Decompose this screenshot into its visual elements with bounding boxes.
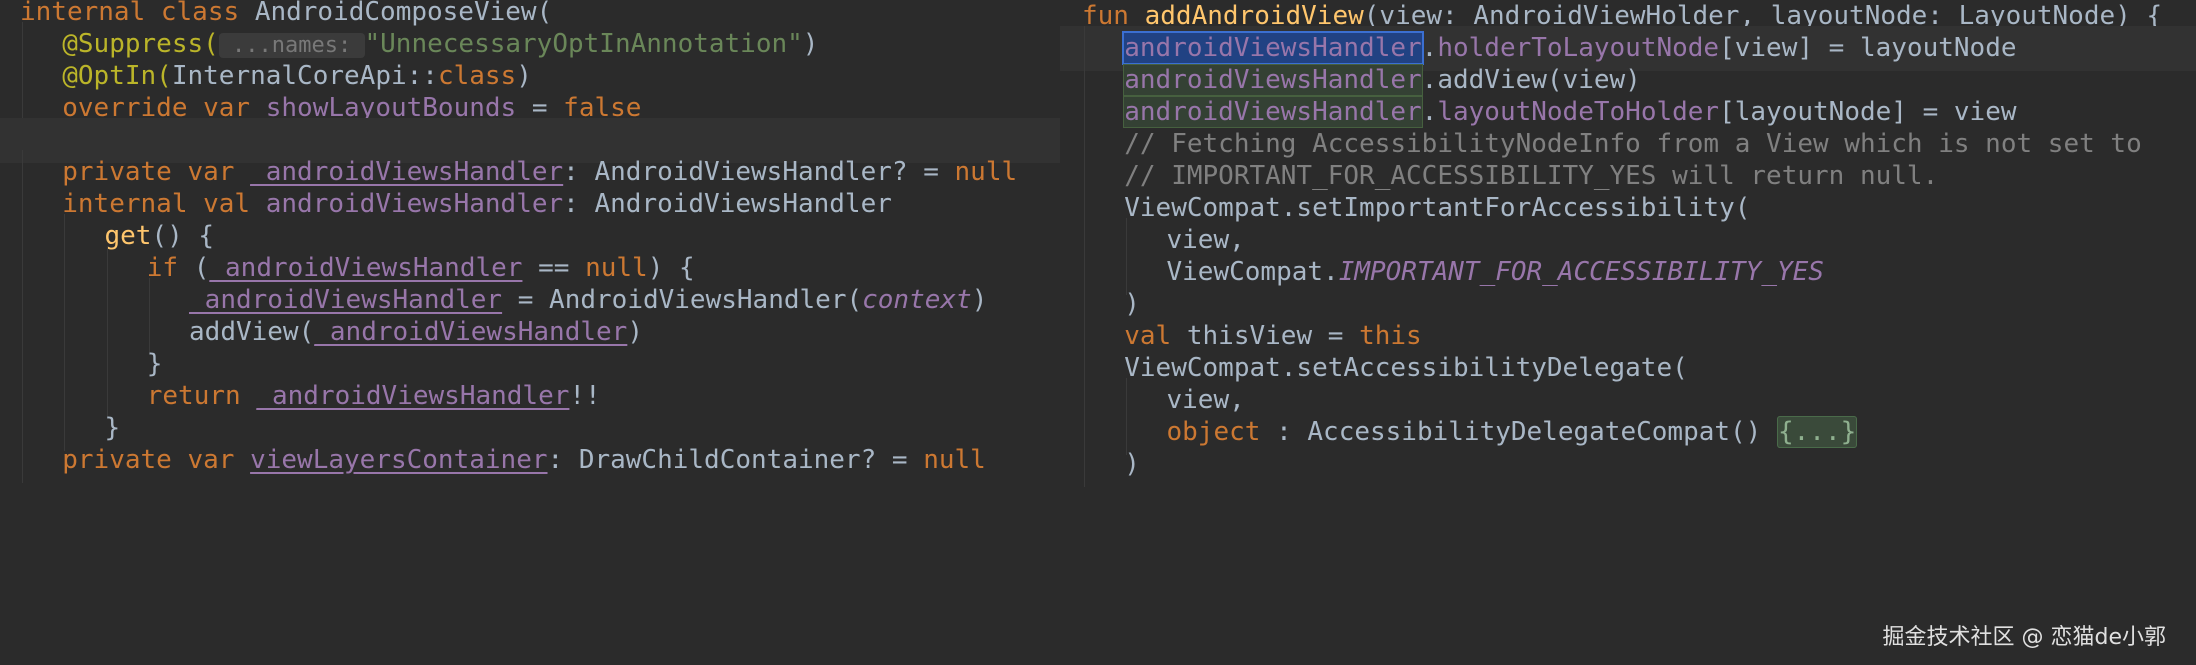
- code-token: null: [923, 445, 986, 475]
- code-line[interactable]: private var viewLayersContainer: DrawChi…: [0, 438, 1060, 483]
- code-line-content: private var viewLayersContainer: DrawChi…: [62, 438, 986, 483]
- code-line[interactable]: ): [1060, 442, 2196, 487]
- code-token: ): [1124, 449, 1140, 479]
- code-token: : DrawChildContainer? =: [547, 445, 924, 475]
- code-token: private var: [62, 445, 251, 475]
- left-editor-pane[interactable]: internal class AndroidComposeView(@Suppr…: [0, 0, 1060, 665]
- watermark: 掘金技术社区 @ 恋猫de小郭: [1882, 625, 2167, 650]
- code-token: viewLayersContainer: [250, 445, 548, 475]
- right-editor-pane[interactable]: fun addAndroidView(view: AndroidViewHold…: [1060, 0, 2196, 665]
- indent-guide: [22, 438, 23, 483]
- indent-guide: [1084, 442, 1085, 487]
- code-line-content: ): [1124, 442, 1140, 487]
